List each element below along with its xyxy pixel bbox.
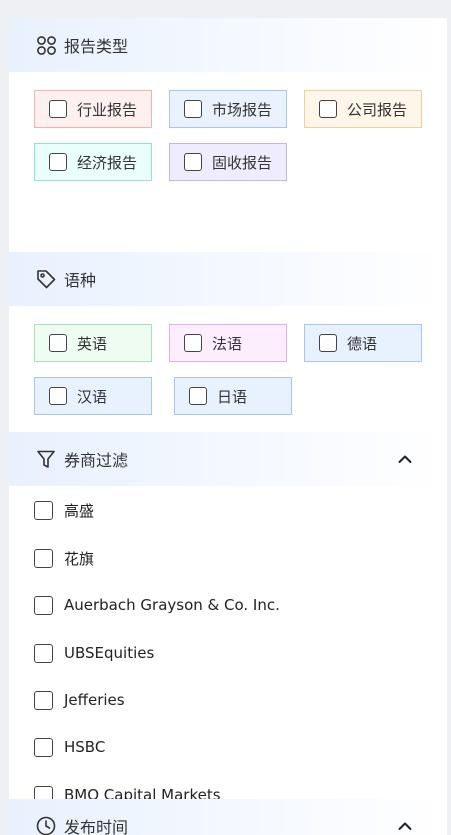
checkbox[interactable] [184,334,202,352]
publish-time-title: 发布时间 [64,818,129,835]
checkbox[interactable] [34,737,53,757]
checkbox[interactable] [184,153,202,171]
option-label: 市场报告 [212,100,273,119]
report-type-option[interactable]: 公司报告 [304,90,422,128]
report-type-title: 报告类型 [64,37,129,56]
broker-item[interactable]: UBSEquities [34,641,154,665]
checkbox[interactable] [34,548,53,568]
checkbox[interactable] [34,500,53,520]
report-type-header: 报告类型 [9,18,447,72]
option-label: 法语 [212,334,243,353]
broker-label: 花旗 [64,549,95,568]
broker-label: HSBC [64,738,106,756]
checkbox[interactable] [49,153,67,171]
publish-time-header[interactable]: 发布时间 [9,799,447,835]
filter-panel: 报告类型 行业报告 市场报告 公司报告 经济报告 固收报告 语种 英语 法语 德… [9,18,447,835]
broker-label: Jefferies [64,691,125,709]
language-option[interactable]: 日语 [174,377,292,415]
grid-icon [35,34,57,56]
checkbox[interactable] [49,387,67,405]
chevron-up-icon[interactable] [395,449,415,469]
option-label: 经济报告 [77,153,138,172]
checkbox[interactable] [189,387,207,405]
option-label: 英语 [77,334,108,353]
broker-filter-title: 券商过滤 [64,451,129,470]
language-title: 语种 [64,271,97,290]
checkbox[interactable] [184,100,202,118]
option-label: 固收报告 [212,153,273,172]
report-type-option[interactable]: 市场报告 [169,90,287,128]
option-label: 汉语 [77,387,108,406]
broker-item[interactable]: HSBC [34,735,105,759]
broker-item[interactable]: 高盛 [34,498,94,522]
broker-item[interactable]: 花旗 [34,546,94,570]
filter-icon [35,448,57,470]
language-option[interactable]: 汉语 [34,377,152,415]
broker-label: UBSEquities [64,644,155,662]
language-option[interactable]: 法语 [169,324,287,362]
checkbox[interactable] [34,690,53,710]
checkbox[interactable] [319,334,337,352]
broker-item[interactable]: Auerbach Grayson & Co. Inc. [34,593,280,617]
checkbox[interactable] [34,595,53,615]
option-label: 日语 [217,387,248,406]
language-header: 语种 [9,252,447,306]
option-label: 行业报告 [77,100,138,119]
broker-filter-header[interactable]: 券商过滤 [9,432,447,486]
report-type-option[interactable]: 行业报告 [34,90,152,128]
clock-icon [35,815,57,835]
report-type-option[interactable]: 固收报告 [169,143,287,181]
chevron-up-icon[interactable] [395,816,415,835]
checkbox[interactable] [34,643,53,663]
checkbox[interactable] [319,100,337,118]
broker-label: Auerbach Grayson & Co. Inc. [64,596,280,614]
broker-label: 高盛 [64,501,95,520]
option-label: 德语 [347,334,378,353]
language-option[interactable]: 英语 [34,324,152,362]
report-type-option[interactable]: 经济报告 [34,143,152,181]
checkbox[interactable] [49,334,67,352]
checkbox[interactable] [49,100,67,118]
option-label: 公司报告 [347,100,408,119]
language-option[interactable]: 德语 [304,324,422,362]
broker-item[interactable]: Jefferies [34,688,125,712]
tag-icon [35,268,57,290]
